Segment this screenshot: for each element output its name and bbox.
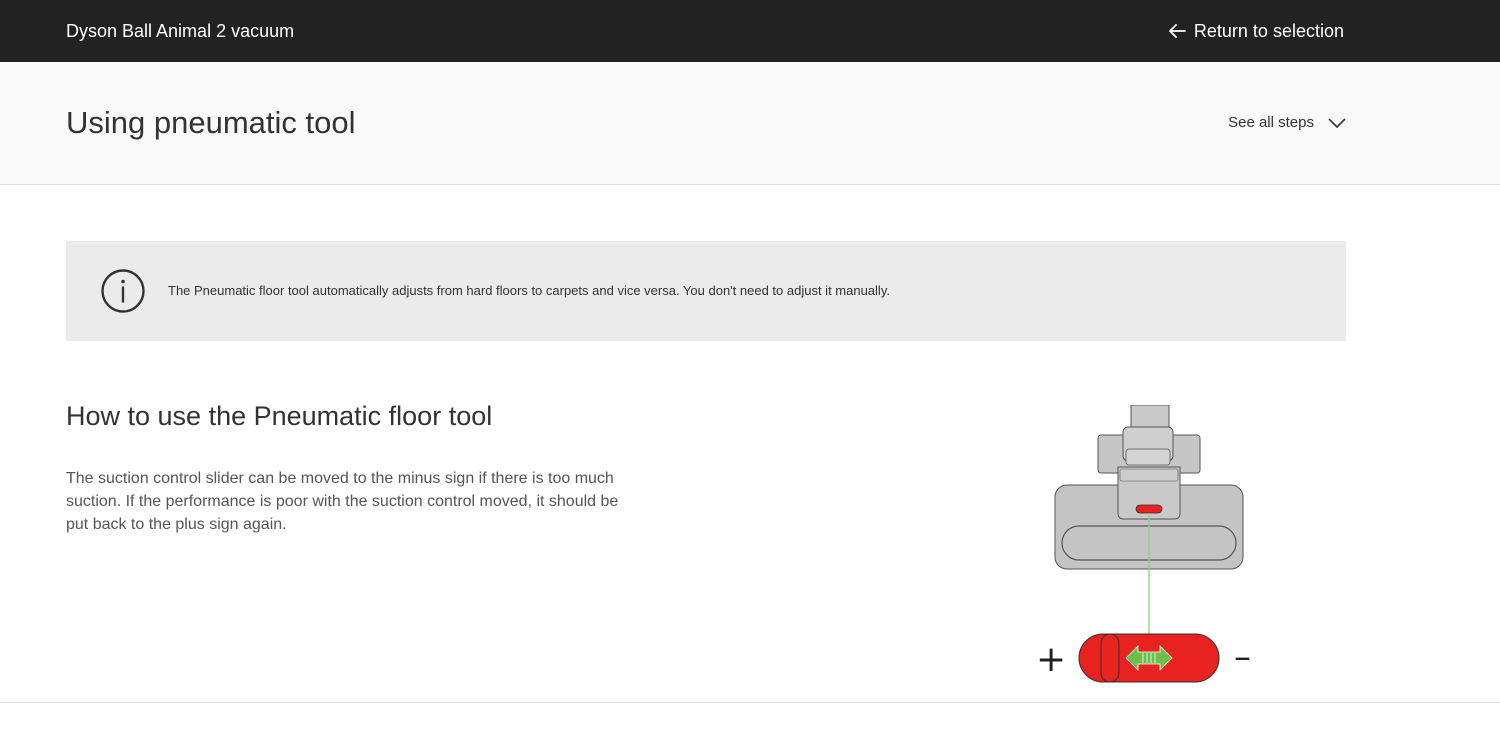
return-to-selection-link[interactable]: Return to selection xyxy=(1169,19,1344,43)
info-notice: The Pneumatic floor tool automatically a… xyxy=(66,241,1346,341)
section-title: How to use the Pneumatic floor tool xyxy=(66,401,493,431)
info-icon xyxy=(101,269,145,313)
plus-sign: + xyxy=(1036,639,1066,680)
minus-sign: – xyxy=(1234,637,1251,677)
step-header: Using pneumatic tool See all steps xyxy=(0,62,1500,185)
see-all-steps-toggle[interactable]: See all steps xyxy=(1228,112,1346,134)
chevron-down-icon xyxy=(1328,117,1346,128)
top-bar: Dyson Ball Animal 2 vacuum Return to sel… xyxy=(0,0,1500,62)
info-text: The Pneumatic floor tool automatically a… xyxy=(168,283,890,298)
section-body: The suction control slider can be moved … xyxy=(66,470,619,533)
product-name: Dyson Ball Animal 2 vacuum xyxy=(66,21,295,41)
small-suction-slider xyxy=(1135,504,1163,514)
divider xyxy=(0,702,1500,703)
arrow-left-icon xyxy=(1169,24,1186,38)
see-all-steps-label: See all steps xyxy=(1228,114,1314,131)
pneumatic-tool-illustration: + – xyxy=(1036,405,1251,683)
wand xyxy=(1130,405,1170,428)
return-label: Return to selection xyxy=(1193,21,1344,41)
page-title: Using pneumatic tool xyxy=(66,105,356,140)
